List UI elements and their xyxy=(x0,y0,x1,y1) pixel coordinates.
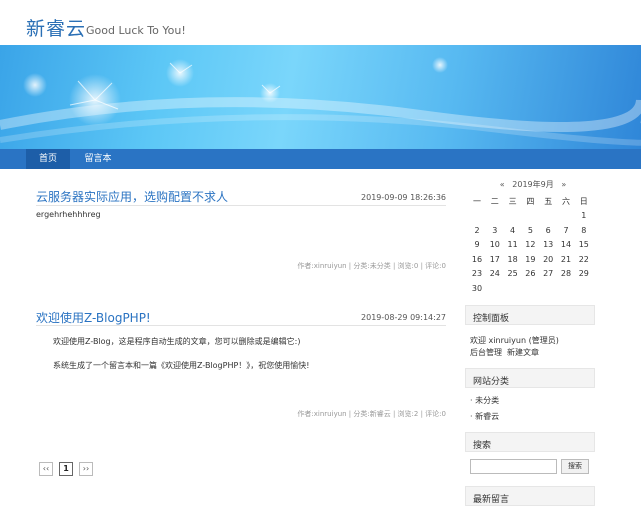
calendar-weekday: 二 xyxy=(490,197,499,206)
control-panel-widget-header: 控制面板 xyxy=(465,305,595,325)
admin-link[interactable]: 后台管理 xyxy=(470,347,502,358)
pagination-next-button[interactable]: ›› xyxy=(79,462,93,476)
site-title[interactable]: 新睿云 xyxy=(26,14,86,41)
search-input[interactable] xyxy=(470,459,557,474)
category-item[interactable]: · 新睿云 xyxy=(470,411,499,422)
post-body-paragraph: ergehrhehhhreg xyxy=(36,210,101,219)
categories-widget-header: 网站分类 xyxy=(465,368,595,388)
category-label[interactable]: 未分类 xyxy=(475,396,499,405)
calendar-day: 5 xyxy=(527,225,533,235)
widget-title: 最新留言 xyxy=(473,495,510,505)
calendar-day: 22 xyxy=(578,254,589,264)
post-meta: 作者:xinruiyun | 分类:未分类 | 浏览:0 | 评论:0 xyxy=(297,262,446,270)
site-subtitle: Good Luck To You! xyxy=(86,24,186,37)
calendar-day: 28 xyxy=(560,269,572,279)
calendar-weekday: 四 xyxy=(526,197,535,206)
dandelion-banner-image xyxy=(0,57,641,146)
calendar-day: 25 xyxy=(507,269,518,279)
calendar-header: « 2019年9月 » xyxy=(470,179,596,190)
post-title[interactable]: 云服务器实际应用，选购配置不求人 xyxy=(36,188,228,205)
calendar-day: 13 xyxy=(543,240,554,250)
welcome-text: 欢迎 xinruiyun (管理员) xyxy=(470,336,559,345)
calendar-month-title[interactable]: 2019年9月 xyxy=(512,180,553,189)
calendar-day: 11 xyxy=(507,240,518,250)
post-meta: 作者:xinruiyun | 分类:新睿云 | 浏览:2 | 评论:0 xyxy=(297,410,446,418)
calendar-weekday: 六 xyxy=(562,197,570,206)
calendar-day: 20 xyxy=(543,254,554,264)
post-divider xyxy=(36,325,446,326)
calendar-next-month-link[interactable]: » xyxy=(561,180,566,189)
category-item[interactable]: · 未分类 xyxy=(470,395,499,406)
calendar-day: 4 xyxy=(510,225,516,235)
calendar-day: 14 xyxy=(560,240,572,250)
calendar-day: 7 xyxy=(563,225,569,235)
calendar-day: 9 xyxy=(474,240,480,250)
calendar-day: 18 xyxy=(507,254,518,264)
new-post-link[interactable]: 新建文章 xyxy=(507,347,539,358)
post-body-paragraph: 欢迎使用Z-Blog，这是程序自动生成的文章，您可以删除或是编辑它:) xyxy=(53,337,301,346)
post-date: 2019-09-09 18:26:36 xyxy=(361,193,446,202)
calendar-prev-month-link[interactable]: « xyxy=(500,180,505,189)
calendar-day: 8 xyxy=(581,225,587,235)
calendar-weekday: 五 xyxy=(544,197,553,206)
widget-title: 网站分类 xyxy=(473,377,510,387)
post-body-paragraph: 系统生成了一个留言本和一篇《欢迎使用Z-BlogPHP！》，祝您使用愉快! xyxy=(53,361,310,370)
widget-title: 搜索 xyxy=(473,441,492,451)
search-button[interactable]: 搜索 xyxy=(561,459,589,474)
calendar-day: 12 xyxy=(525,240,536,250)
category-label[interactable]: 新睿云 xyxy=(475,412,499,421)
calendar-day: 10 xyxy=(489,240,500,250)
calendar-day: 1 xyxy=(581,211,587,220)
calendar-day: 3 xyxy=(492,225,498,235)
post-divider xyxy=(36,205,446,206)
calendar-day: 19 xyxy=(525,254,536,264)
widget-title: 控制面板 xyxy=(473,314,510,324)
calendar-day: 24 xyxy=(489,269,500,279)
calendar-day: 15 xyxy=(578,240,589,250)
calendar-day: 17 xyxy=(489,254,500,264)
post-title[interactable]: 欢迎使用Z-BlogPHP! xyxy=(36,309,151,326)
calendar-day: 16 xyxy=(471,254,483,264)
post-date: 2019-08-29 09:14:27 xyxy=(361,313,446,322)
calendar-day: 29 xyxy=(578,269,589,279)
pagination-current-page[interactable]: 1 xyxy=(59,462,73,476)
calendar-weekday: 日 xyxy=(579,197,588,206)
calendar-day: 21 xyxy=(560,254,572,264)
calendar-day: 6 xyxy=(545,225,551,235)
calendar-day: 23 xyxy=(471,269,483,279)
calendar-weekday: 一 xyxy=(473,197,481,206)
nav-item-guestbook[interactable]: 留言本 xyxy=(76,149,120,169)
calendar-day: 27 xyxy=(543,269,554,279)
calendar-day: 2 xyxy=(474,225,480,235)
header-banner xyxy=(0,45,641,149)
nav-item-home[interactable]: 首页 xyxy=(26,149,70,169)
search-widget-header: 搜索 xyxy=(465,432,595,452)
calendar-weekday: 三 xyxy=(508,197,517,206)
calendar-day: 26 xyxy=(525,269,536,279)
latest-comments-widget-header: 最新留言 xyxy=(465,486,595,506)
calendar-day: 30 xyxy=(471,284,483,293)
pagination-prev-button[interactable]: ‹‹ xyxy=(39,462,53,476)
site-header: 新睿云 Good Luck To You! xyxy=(0,0,641,45)
main-nav: 首页 留言本 xyxy=(0,149,641,169)
